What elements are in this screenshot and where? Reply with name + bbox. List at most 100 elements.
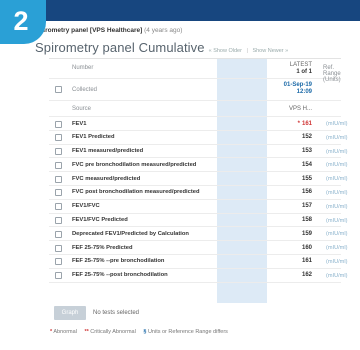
top-navigation-bar bbox=[0, 0, 360, 21]
test-units: (mIU/ml) bbox=[326, 176, 348, 183]
test-name[interactable]: FVC pre bronchodilation measured/predict… bbox=[72, 162, 196, 168]
test-value[interactable]: 152 bbox=[266, 134, 318, 140]
test-value-text: 155 bbox=[301, 175, 312, 182]
collected-time: 12:09 bbox=[296, 89, 312, 95]
test-name[interactable]: FEF 25-75% --pre bronchodilation bbox=[72, 258, 164, 264]
test-value-text: 161 bbox=[301, 258, 312, 265]
test-name[interactable]: FEV1 bbox=[72, 121, 87, 127]
header-row-source: Source VPS H... bbox=[49, 101, 341, 117]
pagination-separator: | bbox=[246, 48, 248, 54]
select-all-checkbox[interactable] bbox=[55, 86, 62, 93]
page-title: Spirometry panel Cumulative bbox=[35, 40, 205, 55]
test-name[interactable]: FEV1/FVC bbox=[72, 203, 100, 209]
test-name[interactable]: FEF 25-75% --post bronchodilation bbox=[72, 272, 168, 278]
table-row[interactable]: Deprecated FEV1/Predicted by Calculation… bbox=[49, 227, 347, 242]
test-value-text: 160 bbox=[301, 244, 312, 251]
show-older-link[interactable]: « Show Older bbox=[209, 48, 242, 54]
panel-source: Spirometry panel [VPS Healthcare] bbox=[35, 27, 143, 34]
show-newer-link[interactable]: Show Newer » bbox=[252, 48, 288, 54]
units-label: Units or Reference Range differs bbox=[147, 329, 228, 335]
row-checkbox[interactable] bbox=[55, 272, 62, 280]
row-checkbox[interactable] bbox=[55, 148, 62, 156]
test-units: (mIU/ml) bbox=[326, 134, 348, 141]
table-row[interactable]: FEV1 measured/predicted 153 (mIU/ml) bbox=[49, 145, 347, 159]
abnormal-marker: * bbox=[50, 329, 53, 335]
table-row[interactable]: FVC pre bronchodilation measured/predict… bbox=[49, 158, 347, 173]
test-value[interactable]: 155 bbox=[266, 176, 318, 182]
test-value[interactable]: 160 bbox=[266, 245, 318, 251]
test-name[interactable]: FVC post bronchodilation measured/predic… bbox=[72, 189, 200, 195]
test-name[interactable]: FEF 25-75% Predicted bbox=[72, 245, 133, 251]
header-row-collected: Collected 01-Sep-19 12:09 bbox=[49, 79, 341, 101]
source-header: Source bbox=[72, 106, 92, 112]
collected-date: 01-Sep-19 bbox=[283, 82, 312, 88]
test-units: (mIU/ml) bbox=[326, 189, 348, 196]
latest-count: 1 of 1 bbox=[296, 69, 312, 75]
row-checkbox[interactable] bbox=[55, 175, 62, 183]
test-value-text: 161 bbox=[301, 120, 312, 127]
test-name[interactable]: FVC measured/predicted bbox=[72, 176, 140, 182]
test-units: (mIU/ml) bbox=[326, 272, 348, 279]
panel-age: (4 years ago) bbox=[144, 27, 183, 34]
test-units: (mIU/ml) bbox=[326, 148, 348, 155]
results-table: Number LATEST 1 of 1 Ref. Range (Units) … bbox=[49, 58, 347, 283]
test-name[interactable]: FEV1 Predicted bbox=[72, 134, 115, 140]
test-value[interactable]: 157 bbox=[266, 203, 318, 209]
table-row[interactable]: FVC post bronchodilation measured/predic… bbox=[49, 186, 347, 200]
test-name[interactable]: FEV1/FVC Predicted bbox=[72, 217, 128, 223]
row-checkbox[interactable] bbox=[55, 189, 62, 197]
panel-title-row: Spirometry panel Cumulative « Show Older… bbox=[35, 40, 289, 55]
source-value: VPS H... bbox=[266, 106, 318, 113]
selection-status: No tests selected bbox=[93, 310, 140, 316]
table-row[interactable]: FEF 25-75% --pre bronchodilation 161 (mIU/… bbox=[49, 255, 347, 269]
test-units: (mIU/ml) bbox=[326, 121, 348, 127]
source-value-text: VPS H... bbox=[288, 106, 312, 112]
header-row-number: Number LATEST 1 of 1 Ref. Range (Units) bbox=[49, 59, 341, 83]
test-name[interactable]: Deprecated FEV1/Predicted by Calculation bbox=[72, 231, 189, 237]
table-row[interactable]: FEV1/FVC Predicted 158 (mIU/ml) bbox=[49, 214, 347, 228]
test-value[interactable]: 162 bbox=[266, 272, 318, 278]
graph-button[interactable]: Graph bbox=[54, 306, 86, 320]
panel-source-line: Spirometry panel [VPS Healthcare] (4 yea… bbox=[35, 27, 182, 34]
row-checkbox[interactable] bbox=[55, 203, 62, 211]
test-value[interactable]: 158 bbox=[266, 217, 318, 223]
test-units: (mIU/ml) bbox=[326, 203, 348, 210]
units-marker: § bbox=[143, 329, 147, 335]
test-units: (mIU/ml) bbox=[326, 217, 348, 224]
test-value[interactable]: 153 bbox=[266, 148, 318, 154]
row-checkbox[interactable] bbox=[55, 230, 62, 238]
test-value[interactable]: 156 bbox=[266, 189, 318, 195]
test-units: (mIU/ml) bbox=[326, 162, 348, 169]
test-units: (mIU/ml) bbox=[326, 245, 348, 252]
pagination-links: « Show Older | Show Newer » bbox=[209, 48, 289, 54]
test-value[interactable]: 154 bbox=[266, 162, 318, 168]
test-value[interactable]: * 161 bbox=[266, 121, 318, 127]
row-checkbox[interactable] bbox=[55, 120, 62, 128]
test-value-text: 152 bbox=[301, 134, 312, 141]
table-row[interactable]: FVC measured/predicted 155 (mIU/ml) bbox=[49, 172, 347, 186]
test-value-text: 156 bbox=[301, 189, 312, 196]
abnormal-label: Abnormal bbox=[53, 329, 77, 335]
row-checkbox[interactable] bbox=[55, 244, 62, 252]
table-row[interactable]: FEV1 * 161 (mIU/ml) bbox=[49, 117, 347, 131]
critical-label: Critically Abnormal bbox=[90, 329, 136, 335]
latest-header[interactable]: LATEST 1 of 1 bbox=[266, 62, 318, 76]
legend-units: § Units or Reference Range differs bbox=[143, 329, 228, 335]
test-value-text: 153 bbox=[301, 148, 312, 155]
table-row[interactable]: FEF 25-75% Predicted 160 (mIU/ml) bbox=[49, 241, 347, 255]
critical-marker: ** bbox=[84, 329, 89, 335]
test-value[interactable]: 159 bbox=[266, 231, 318, 237]
row-checkbox[interactable] bbox=[55, 217, 62, 225]
row-checkbox[interactable] bbox=[55, 134, 62, 142]
test-value[interactable]: 161 bbox=[266, 258, 318, 264]
test-name[interactable]: FEV1 measured/predicted bbox=[72, 148, 143, 154]
row-checkbox[interactable] bbox=[55, 258, 62, 266]
row-checkbox[interactable] bbox=[55, 161, 62, 169]
latest-label: LATEST bbox=[289, 62, 312, 68]
table-row[interactable]: FEV1 Predicted 152 (mIU/ml) bbox=[49, 131, 347, 145]
legend-abnormal: * Abnormal bbox=[50, 329, 77, 335]
test-units: (mIU/ml) bbox=[326, 258, 348, 265]
table-row[interactable]: FEF 25-75% --post bronchodilation 162 (mIU… bbox=[49, 269, 347, 283]
collected-header: Collected bbox=[72, 87, 98, 93]
table-row[interactable]: FEV1/FVC 157 (mIU/ml) bbox=[49, 200, 347, 214]
